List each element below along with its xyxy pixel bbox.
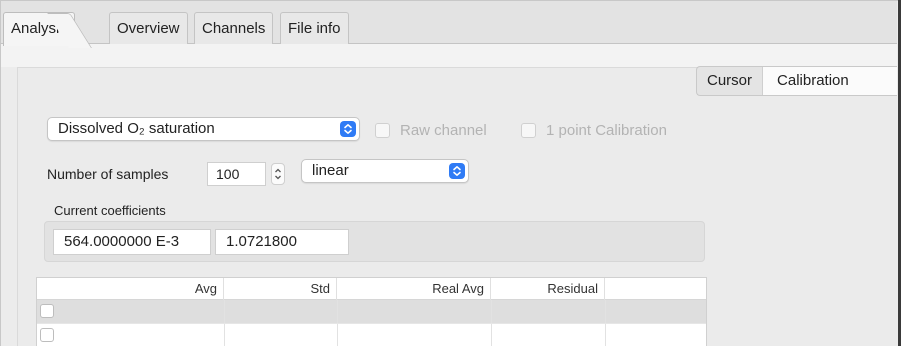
cell-divider xyxy=(605,324,606,346)
chevron-updown-icon xyxy=(340,121,356,137)
samples-stepper[interactable] xyxy=(271,163,285,185)
cell-divider xyxy=(491,324,492,346)
fit-type-value: linear xyxy=(312,162,349,179)
table-row[interactable] xyxy=(37,300,706,323)
tab-content-header xyxy=(1,44,897,67)
row-checkbox[interactable] xyxy=(40,328,54,342)
fit-type-select[interactable]: linear xyxy=(301,159,469,183)
row-checkbox[interactable] xyxy=(40,304,54,318)
stepper-arrows-icon xyxy=(275,168,281,180)
table-row[interactable] xyxy=(37,323,706,346)
segment-calibration[interactable]: Calibration xyxy=(762,67,897,95)
column-header-std[interactable]: Std xyxy=(224,278,337,300)
channel-select[interactable]: Dissolved O₂ saturation xyxy=(47,117,360,141)
coefficient-b-field[interactable]: 1.0721800 xyxy=(215,229,349,255)
raw-channel-checkbox[interactable] xyxy=(375,123,390,138)
chevron-updown-icon xyxy=(449,163,465,179)
table-header: Avg Std Real Avg Residual xyxy=(37,278,706,300)
number-of-samples-label: Number of samples xyxy=(47,166,169,182)
calibration-table: Avg Std Real Avg Residual xyxy=(36,277,707,346)
cell-divider xyxy=(491,300,492,323)
one-point-calibration-checkbox[interactable] xyxy=(521,123,536,138)
cell-divider xyxy=(337,300,338,323)
cell-divider xyxy=(605,300,606,323)
tab-bar: Analysis Overview Channels File info xyxy=(1,1,897,46)
segment-cursor[interactable]: Cursor xyxy=(697,67,762,95)
cell-divider xyxy=(224,300,225,323)
current-coefficients-label: Current coefficients xyxy=(54,203,166,218)
column-header-residual[interactable]: Residual xyxy=(491,278,605,300)
one-point-calibration-label: 1 point Calibration xyxy=(546,122,667,139)
tab-analysis[interactable]: Analysis xyxy=(3,12,75,46)
coefficient-a-field[interactable]: 564.0000000 E-3 xyxy=(53,229,211,255)
tab-overview[interactable]: Overview xyxy=(109,12,188,45)
column-header-real-avg[interactable]: Real Avg xyxy=(337,278,491,300)
column-header-extra xyxy=(605,278,706,300)
channel-select-value: Dissolved O₂ saturation xyxy=(58,120,215,137)
tab-file-info[interactable]: File info xyxy=(280,12,349,45)
cell-divider xyxy=(337,324,338,346)
view-mode-segmented-control: Cursor Calibration xyxy=(696,66,897,96)
tab-channels[interactable]: Channels xyxy=(194,12,274,45)
column-header-avg[interactable]: Avg xyxy=(37,278,224,300)
number-of-samples-input[interactable]: 100 xyxy=(207,162,266,186)
cell-divider xyxy=(224,324,225,346)
raw-channel-label: Raw channel xyxy=(400,122,487,139)
